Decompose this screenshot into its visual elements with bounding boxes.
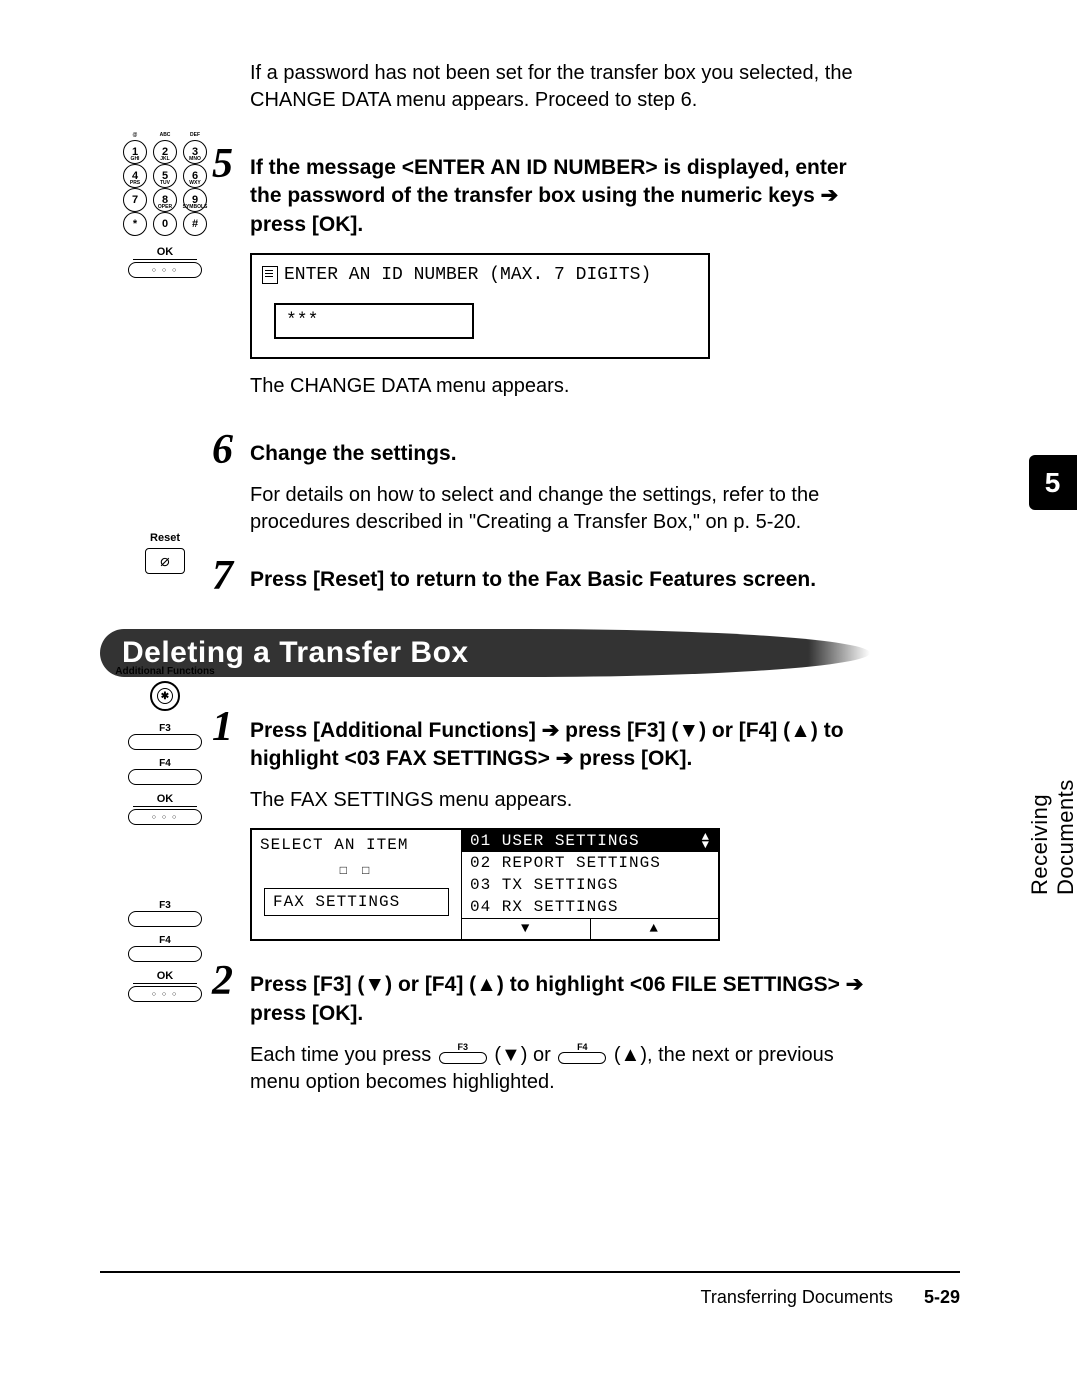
f3-button-illustration: F3 xyxy=(100,723,230,750)
lcd-input-value: *** xyxy=(274,303,474,339)
step-body: Each time you press F3 (▼) or F4 (▲), th… xyxy=(250,1042,870,1096)
page-number: 5-29 xyxy=(924,1287,960,1307)
intro-paragraph: If a password has not been set for the t… xyxy=(250,60,870,114)
f3-inline-icon: F3 xyxy=(439,1043,487,1064)
keypad-key-*: * xyxy=(123,212,147,236)
chapter-number: 5 xyxy=(1029,455,1077,510)
f4-button-illustration: F4 xyxy=(100,758,230,785)
step-number: 2 xyxy=(212,957,233,1005)
step-heading: If the message <ENTER AN ID NUMBER> is d… xyxy=(250,154,870,239)
up-arrow-icon: ▲ xyxy=(590,919,719,939)
chapter-label: Receiving Documents xyxy=(1027,690,1079,895)
step-6: 6 Change the settings. For details on ho… xyxy=(250,440,870,536)
delete-step-1: 1 Press [Additional Functions] ➔ press [… xyxy=(250,717,870,942)
ok-button-illustration: OK xyxy=(128,246,202,278)
scroll-indicator-icon: ▲▼ xyxy=(702,833,710,849)
step-heading: Press [F3] (▼) or [F4] (▲) to highlight … xyxy=(250,971,870,1028)
keypad-key-#: #SYMBOLS xyxy=(183,212,207,236)
ok-button-illustration: OK xyxy=(100,970,230,1002)
page-footer: Transferring Documents 5-29 xyxy=(100,1271,960,1308)
reset-button-illustration: Reset ⌀ xyxy=(100,532,230,574)
reset-icon: ⌀ xyxy=(145,548,185,574)
ok-button-illustration: OK xyxy=(100,793,230,825)
fax-settings-menu-screenshot: SELECT AN ITEM □ □ FAX SETTINGS 01 USER … xyxy=(250,828,720,941)
lcd-screenshot: ENTER AN ID NUMBER (MAX. 7 DIGITS) *** xyxy=(250,253,710,359)
keypad-key-0: 0OPER xyxy=(153,212,177,236)
step-number: 6 xyxy=(212,426,233,474)
f3-button-illustration: F3 xyxy=(100,900,230,927)
step-number: 7 xyxy=(212,552,233,600)
step-note: The FAX SETTINGS menu appears. xyxy=(250,787,870,814)
numeric-keypad-illustration: 1@2ABC3DEF4GHI5JKL6MNO7PRS8TUV9WXY*0OPER… xyxy=(120,140,210,278)
step-note: The CHANGE DATA menu appears. xyxy=(250,373,870,400)
chapter-tab: 5 Receiving Documents xyxy=(1025,455,1080,895)
additional-functions-illustration: Additional Functions ✱ xyxy=(100,666,230,711)
step-7: 7 Press [Reset] to return to the Fax Bas… xyxy=(250,566,870,594)
step-body: For details on how to select and change … xyxy=(250,482,870,536)
step-heading: Press [Additional Functions] ➔ press [F3… xyxy=(250,717,870,774)
f4-inline-icon: F4 xyxy=(558,1043,606,1064)
step-number: 5 xyxy=(212,140,233,188)
step-heading: Press [Reset] to return to the Fax Basic… xyxy=(250,566,870,594)
delete-step-2: 2 Press [F3] (▼) or [F4] (▲) to highligh… xyxy=(250,971,870,1096)
menu-item-selected: 01 USER SETTINGS ▲▼ xyxy=(462,830,718,852)
f4-button-illustration: F4 xyxy=(100,935,230,962)
breadcrumb-icon: □ □ xyxy=(260,864,453,878)
document-icon xyxy=(262,266,278,284)
step-heading: Change the settings. xyxy=(250,440,870,468)
menu-item: 03 TX SETTINGS xyxy=(462,874,718,896)
keypad-key-7: 7PRS xyxy=(123,188,147,212)
menu-item: 02 REPORT SETTINGS xyxy=(462,852,718,874)
down-arrow-icon: ▼ xyxy=(462,919,590,939)
footer-title: Transferring Documents xyxy=(701,1287,893,1307)
step-5: 5 If the message <ENTER AN ID NUMBER> is… xyxy=(250,154,870,400)
step-number: 1 xyxy=(212,703,233,751)
menu-item: 04 RX SETTINGS xyxy=(462,896,718,918)
